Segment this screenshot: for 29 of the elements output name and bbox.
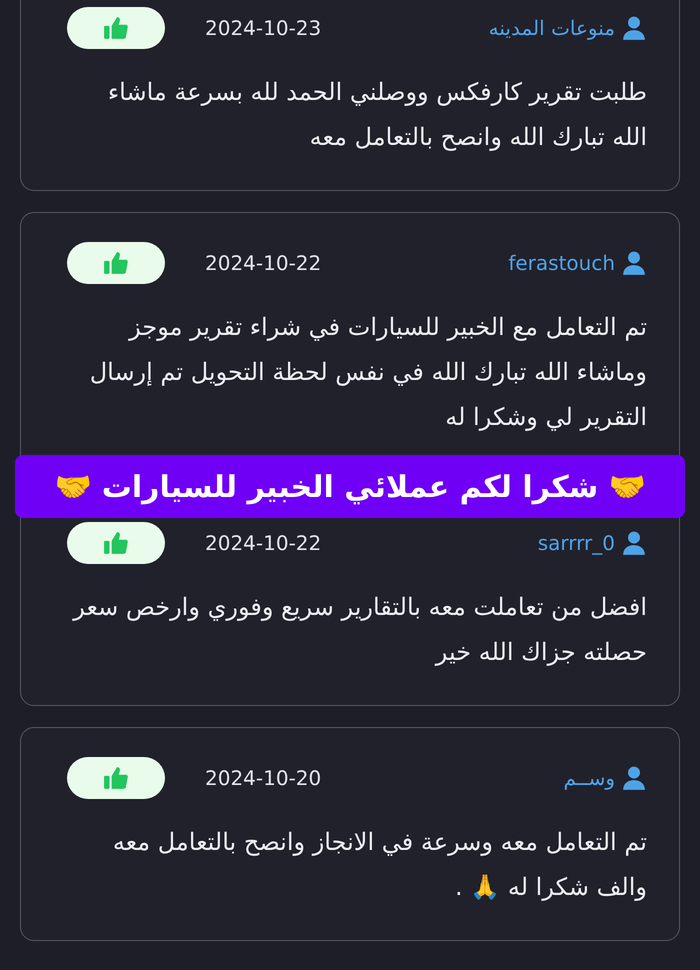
user-name[interactable]: sarrrr_0 — [538, 530, 647, 556]
like-button[interactable] — [67, 757, 165, 799]
like-button[interactable] — [67, 522, 165, 564]
banner-text: 🤝 شكرا لكم عملائي الخبير للسيارات 🤝 — [54, 468, 646, 504]
user-icon — [621, 765, 647, 791]
review-text: طلبت تقرير كارفكس ووصلني الحمد لله بسرعة ماشاء الله تبارك الله وانصح بالتعامل معه — [106, 77, 647, 153]
review-date: 2024-10-22 — [205, 251, 322, 275]
username[interactable]: sarrrr_0 — [538, 531, 615, 555]
username[interactable]: ferastouch — [508, 251, 615, 275]
user-name[interactable]: ferastouch — [508, 250, 647, 276]
user-icon — [621, 15, 647, 41]
user-icon — [621, 250, 647, 276]
like-button[interactable] — [67, 242, 165, 284]
review-date: 2024-10-20 — [205, 766, 322, 790]
username[interactable]: منوعات المدينه — [488, 16, 615, 40]
thumbs-up-icon — [103, 765, 129, 791]
username[interactable]: وســم — [564, 766, 615, 790]
review-text: افضل من تعاملت معه بالتقارير سريع وفوري وارخص سعر حصلته جزاك الله خير — [71, 592, 647, 668]
user-icon — [621, 530, 647, 556]
review-text: تم التعامل مع الخبير للسيارات في شراء تقرير موجز وماشاء الله تبارك الله في نفس لحظة التحويل تم إرسال التقرير لي وشكرا له — [88, 312, 647, 433]
thumbs-up-icon — [103, 250, 129, 276]
user-name[interactable]: منوعات المدينه — [488, 15, 647, 41]
review-date: 2024-10-23 — [205, 16, 322, 40]
review-date: 2024-10-22 — [205, 531, 322, 555]
thumbs-up-icon — [103, 530, 129, 556]
user-name[interactable]: وســم — [564, 765, 647, 791]
like-button[interactable] — [67, 7, 165, 49]
thumbs-up-icon — [103, 15, 129, 41]
review-text: تم التعامل معه وسرعة في الانجاز وانصح بالتعامل معه والف شكرا له 🙏 . — [112, 827, 647, 903]
